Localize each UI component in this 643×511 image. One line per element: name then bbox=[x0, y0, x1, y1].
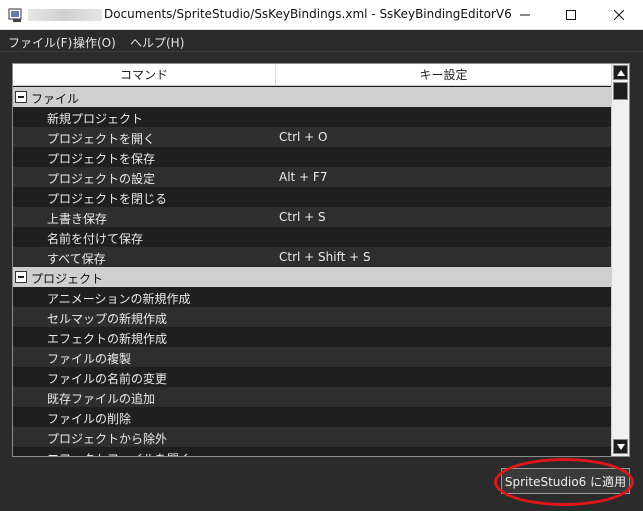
table-row[interactable]: 新規プロジェクト bbox=[13, 107, 611, 127]
scroll-thumb[interactable] bbox=[613, 82, 628, 100]
window-title: Documents/SpriteStudio/SsKeyBindings.xml… bbox=[104, 7, 512, 21]
table-row[interactable]: すべて保存 Ctrl + Shift + S bbox=[13, 247, 611, 267]
scroll-down-button[interactable] bbox=[613, 439, 628, 454]
group-label: ファイル bbox=[31, 92, 80, 106]
title-bar: Documents/SpriteStudio/SsKeyBindings.xml… bbox=[0, 0, 643, 30]
collapse-minus-icon[interactable] bbox=[15, 91, 27, 103]
table-row[interactable]: ファイルの複製 bbox=[13, 347, 611, 367]
command-cell: すべて保存 bbox=[47, 252, 106, 266]
group-row[interactable]: プロジェクト bbox=[13, 267, 611, 287]
column-header-key[interactable]: キー設定 bbox=[276, 64, 611, 86]
menu-operation[interactable]: 操作(O) bbox=[73, 34, 116, 51]
table-row[interactable]: 上書き保存 Ctrl + S bbox=[13, 207, 611, 227]
command-cell: プロジェクトの設定 bbox=[47, 172, 156, 186]
table-body: ファイル 新規プロジェクト プロジェクトを開く Ctrl + O プロジェクトを保存 プロ… bbox=[13, 87, 611, 456]
arrow-down-icon bbox=[616, 443, 625, 450]
table-row[interactable]: セルマップの新規作成 bbox=[13, 307, 611, 327]
command-cell: エフェクトファイルを開く bbox=[47, 450, 191, 456]
command-cell: 既存ファイルの追加 bbox=[47, 392, 156, 406]
table-row[interactable]: エフェクトファイルを開く bbox=[13, 447, 611, 456]
table-row[interactable]: アニメーションの新規作成 bbox=[13, 287, 611, 307]
key-cell[interactable]: Ctrl + O bbox=[279, 130, 327, 144]
table-row[interactable]: プロジェクトから除外 bbox=[13, 427, 611, 447]
key-cell[interactable]: Ctrl + S bbox=[279, 210, 326, 224]
command-cell: プロジェクトを閉じる bbox=[47, 192, 168, 206]
table-row[interactable]: ファイルの削除 bbox=[13, 407, 611, 427]
minimize-icon bbox=[520, 14, 530, 16]
maximize-button[interactable] bbox=[548, 0, 594, 30]
key-cell[interactable]: Alt + F7 bbox=[279, 170, 327, 184]
table-row[interactable]: プロジェクトの設定 Alt + F7 bbox=[13, 167, 611, 187]
table-row[interactable]: エフェクトの新規作成 bbox=[13, 327, 611, 347]
command-cell: ファイルの削除 bbox=[47, 412, 132, 426]
command-cell: セルマップの新規作成 bbox=[47, 312, 168, 326]
command-cell: プロジェクトから除外 bbox=[47, 432, 168, 446]
arrow-up-icon bbox=[616, 69, 625, 76]
command-cell: プロジェクトを開く bbox=[47, 132, 156, 146]
table-row[interactable]: 既存ファイルの追加 bbox=[13, 387, 611, 407]
command-cell: 新規プロジェクト bbox=[47, 112, 144, 126]
command-cell: プロジェクトを保存 bbox=[47, 152, 156, 166]
apply-to-spritestudio-button[interactable]: SpriteStudio6 に適用 bbox=[501, 468, 630, 494]
maximize-icon bbox=[566, 10, 576, 20]
menu-help[interactable]: ヘルプ(H) bbox=[130, 34, 184, 51]
close-icon bbox=[614, 10, 624, 20]
blurred-path bbox=[28, 9, 102, 21]
command-cell: 名前を付けて保存 bbox=[47, 232, 144, 246]
table-row[interactable]: プロジェクトを保存 bbox=[13, 147, 611, 167]
table-row[interactable]: 名前を付けて保存 bbox=[13, 227, 611, 247]
command-cell: アニメーションの新規作成 bbox=[47, 292, 191, 306]
key-binding-table: コマンド キー設定 ファイル 新規プロジェクト プロジェクトを開く Ctrl + Oプ… bbox=[12, 63, 630, 457]
table-row[interactable]: プロジェクトを開く Ctrl + O bbox=[13, 127, 611, 147]
vertical-scrollbar[interactable] bbox=[611, 64, 629, 456]
key-cell[interactable]: Ctrl + Shift + S bbox=[279, 250, 371, 264]
table-row[interactable]: ファイルの名前の変更 bbox=[13, 367, 611, 387]
column-header-command[interactable]: コマンド bbox=[13, 64, 276, 86]
scroll-up-button[interactable] bbox=[613, 65, 628, 80]
collapse-minus-icon[interactable] bbox=[15, 271, 27, 283]
table-row[interactable]: プロジェクトを閉じる bbox=[13, 187, 611, 207]
command-cell: 上書き保存 bbox=[47, 212, 108, 226]
command-cell: ファイルの複製 bbox=[47, 352, 132, 366]
command-cell: ファイルの名前の変更 bbox=[47, 372, 168, 386]
minimize-button[interactable] bbox=[502, 0, 548, 30]
command-cell: エフェクトの新規作成 bbox=[47, 332, 168, 346]
menu-file[interactable]: ファイル(F) bbox=[8, 34, 72, 51]
menu-bar: ファイル(F) 操作(O) ヘルプ(H) bbox=[0, 30, 643, 52]
app-icon bbox=[8, 8, 22, 22]
group-row[interactable]: ファイル bbox=[13, 87, 611, 107]
close-button[interactable] bbox=[596, 0, 642, 30]
group-label: プロジェクト bbox=[31, 272, 104, 286]
